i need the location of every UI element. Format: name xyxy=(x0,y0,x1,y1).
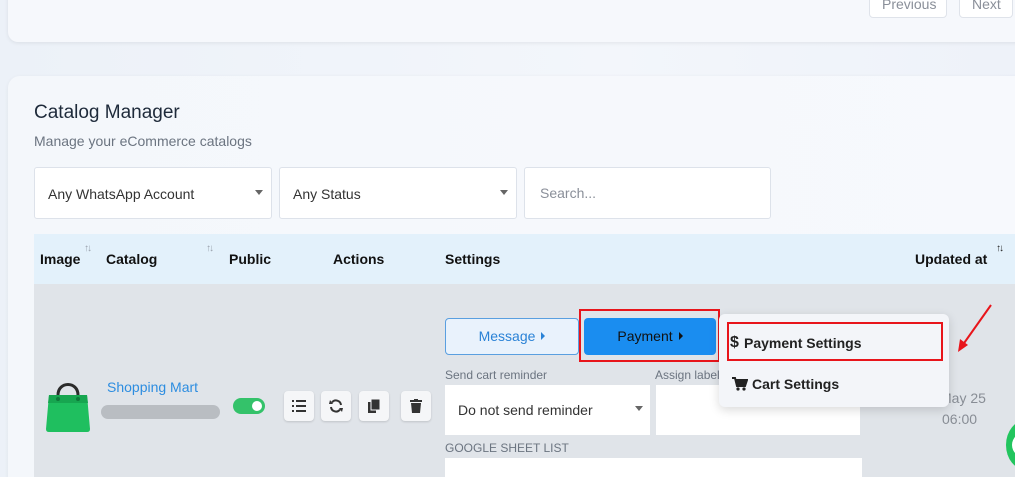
caret-down-icon xyxy=(500,190,508,195)
copy-icon xyxy=(368,399,380,413)
page-title: Catalog Manager xyxy=(34,102,180,123)
status-value: Any Status xyxy=(293,186,361,202)
sync-button[interactable] xyxy=(321,391,351,421)
menu-item-cart-settings[interactable]: Cart Settings xyxy=(719,367,949,401)
catalog-id-redacted xyxy=(101,405,220,419)
page-subtitle: Manage your eCommerce catalogs xyxy=(34,133,252,149)
caret-down-icon xyxy=(635,406,643,411)
column-actions: Actions xyxy=(333,251,385,267)
status-select[interactable]: Any Status xyxy=(279,167,517,219)
shopping-bag-icon xyxy=(46,383,90,432)
column-settings: Settings xyxy=(445,251,501,267)
trash-icon xyxy=(410,399,422,413)
annotation-arrow-icon xyxy=(958,304,992,352)
next-button[interactable]: Next xyxy=(959,0,1013,18)
caret-down-icon xyxy=(255,190,263,195)
google-sheet-list-select[interactable] xyxy=(445,458,862,477)
send-cart-reminder-label: Send cart reminder xyxy=(445,368,548,382)
column-catalog[interactable]: Catalog xyxy=(106,251,157,267)
payment-settings-highlight-box xyxy=(727,322,943,361)
copy-button[interactable] xyxy=(359,391,389,421)
toggle-knob xyxy=(252,401,262,411)
delete-button[interactable] xyxy=(401,391,431,421)
payment-highlight-box xyxy=(579,309,720,362)
cart-reminder-select[interactable]: Do not send reminder xyxy=(445,385,650,435)
list-icon xyxy=(292,400,306,412)
cart-icon xyxy=(732,377,748,391)
sync-icon xyxy=(329,399,343,413)
previous-card xyxy=(8,0,1015,42)
menu-item-label: Cart Settings xyxy=(752,376,840,392)
cart-reminder-value: Do not send reminder xyxy=(458,402,593,418)
public-toggle[interactable] xyxy=(233,398,265,414)
caret-right-icon xyxy=(541,332,546,341)
updated-at-time: 06:00 xyxy=(942,411,978,427)
message-button-label: Message xyxy=(478,328,536,344)
column-public: Public xyxy=(229,251,272,267)
message-button[interactable]: Message xyxy=(445,318,579,355)
sort-icon[interactable]: ↑↓ xyxy=(206,243,214,254)
sort-icon[interactable]: ↑↓ xyxy=(84,243,92,254)
google-sheet-list-label: GOOGLE SHEET LIST xyxy=(445,441,569,455)
whatsapp-account-value: Any WhatsApp Account xyxy=(48,186,195,202)
column-image[interactable]: Image xyxy=(40,251,80,267)
list-button[interactable] xyxy=(284,391,314,421)
previous-button[interactable]: Previous xyxy=(869,0,947,18)
table-header xyxy=(34,234,1015,284)
assign-label-label: Assign label xyxy=(655,368,720,382)
sort-desc-icon[interactable]: ↑↓ xyxy=(996,243,1004,254)
catalog-name-link[interactable]: Shopping Mart xyxy=(107,379,198,395)
whatsapp-account-select[interactable]: Any WhatsApp Account xyxy=(34,167,272,219)
search-input[interactable] xyxy=(524,167,771,219)
column-updated-at[interactable]: Updated at xyxy=(915,251,987,267)
